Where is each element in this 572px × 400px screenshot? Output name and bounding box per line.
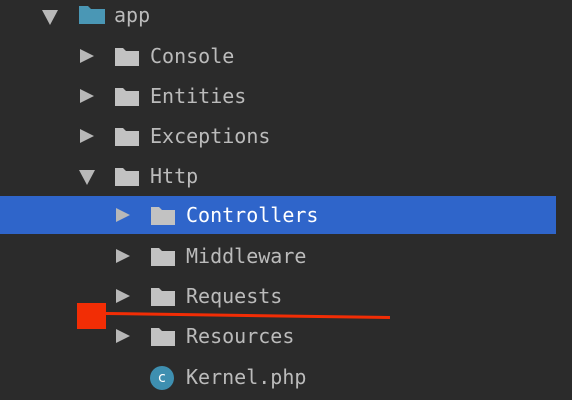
- folder-icon: [151, 288, 175, 306]
- collapsed-arrow-icon[interactable]: [116, 329, 130, 343]
- collapsed-arrow-icon[interactable]: [116, 249, 130, 263]
- tree-item-label: Middleware: [186, 244, 307, 268]
- tree-row-console[interactable]: Console: [0, 37, 556, 75]
- folder-icon: [115, 88, 139, 106]
- tree-row-app[interactable]: app: [0, 0, 556, 35]
- tree-item-label: Entities: [150, 84, 247, 108]
- tree-item-label: Http: [150, 164, 199, 188]
- tree-item-label: Exceptions: [150, 124, 271, 148]
- tree-row-http[interactable]: Http: [0, 157, 556, 195]
- tree-item-label: Controllers: [186, 203, 319, 227]
- project-tree-panel: app Console Entities Exceptions Http Con…: [0, 0, 572, 400]
- tree-item-label: Resources: [186, 324, 295, 348]
- collapsed-arrow-icon[interactable]: [116, 208, 130, 222]
- folder-icon: [151, 207, 175, 225]
- tree-item-label: app: [114, 3, 151, 27]
- collapsed-arrow-icon[interactable]: [80, 129, 94, 143]
- collapsed-arrow-icon[interactable]: [80, 49, 94, 63]
- folder-icon: [115, 128, 139, 146]
- tree-row-kernel-php[interactable]: c Kernel.php: [0, 358, 556, 396]
- tree-row-exceptions[interactable]: Exceptions: [0, 117, 556, 155]
- tree-row-entities[interactable]: Entities: [0, 77, 556, 115]
- expand-arrow-icon[interactable]: [42, 10, 58, 25]
- folder-icon: [151, 248, 175, 266]
- tree-row-controllers[interactable]: Controllers: [0, 196, 556, 234]
- php-class-icon: c: [150, 366, 174, 390]
- tree-row-middleware[interactable]: Middleware: [0, 237, 556, 275]
- tree-item-label: Console: [150, 44, 235, 68]
- collapsed-arrow-icon[interactable]: [116, 289, 130, 303]
- folder-icon: [79, 6, 105, 24]
- collapsed-arrow-icon[interactable]: [80, 89, 94, 103]
- tree-item-label: Kernel.php: [186, 365, 307, 389]
- folder-icon: [115, 48, 139, 66]
- annotation-marker: [77, 303, 106, 329]
- folder-icon: [151, 328, 175, 346]
- expand-arrow-icon[interactable]: [79, 170, 95, 185]
- tree-item-label: Requests: [186, 284, 283, 308]
- folder-icon: [115, 168, 139, 186]
